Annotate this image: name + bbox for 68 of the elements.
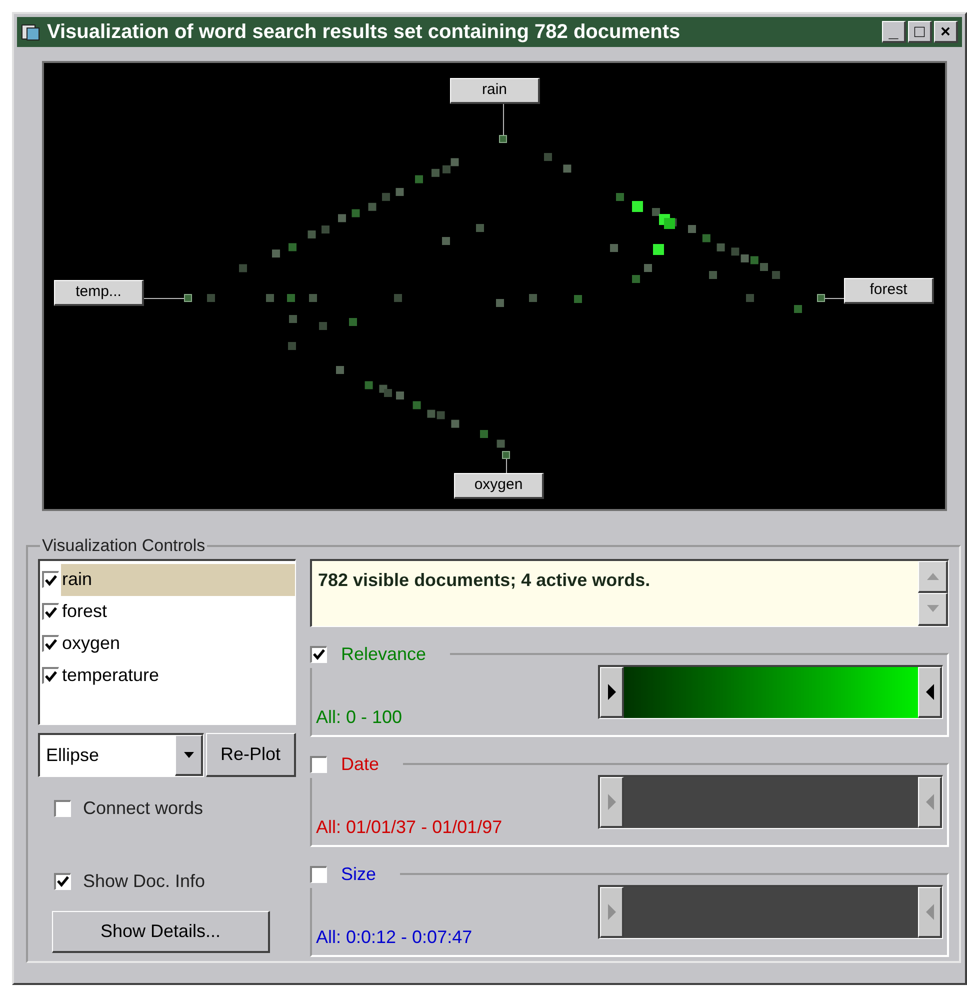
filter-label: Relevance <box>341 642 426 666</box>
option-label: Show Doc. Info <box>83 870 206 892</box>
check-icon <box>57 876 69 887</box>
check-icon <box>313 649 325 660</box>
scroll-up-button[interactable] <box>918 560 948 593</box>
word-node-label[interactable]: oxygen <box>454 473 544 499</box>
check-icon <box>45 670 57 682</box>
checkbox[interactable] <box>310 646 327 662</box>
right-triangle-icon <box>606 682 616 700</box>
connector-line <box>506 459 507 473</box>
right-triangle-icon <box>606 792 616 810</box>
word-node-marker <box>502 451 510 459</box>
slider-handle[interactable] <box>600 886 624 938</box>
range-slider[interactable] <box>598 774 943 828</box>
checkbox[interactable] <box>54 872 71 890</box>
left-triangle-icon <box>924 792 934 810</box>
status-text: 782 visible documents; 4 active words. <box>317 568 652 592</box>
filter-range: All: 0:0:12 - 0:07:47 <box>316 926 472 948</box>
word-list-item[interactable]: rain <box>61 564 295 596</box>
close-button[interactable]: × <box>934 21 958 43</box>
word-node-marker <box>817 294 825 302</box>
slider-handle[interactable] <box>600 666 624 718</box>
left-triangle-icon <box>924 682 934 700</box>
checkbox[interactable] <box>310 866 327 882</box>
replot-button[interactable]: Re-Plot <box>206 732 296 776</box>
minimize-button[interactable]: _ <box>882 21 906 43</box>
word-node-label[interactable]: temp... <box>54 280 144 306</box>
connector-line <box>825 298 844 299</box>
word-list-item[interactable]: oxygen <box>61 628 295 660</box>
check-icon <box>45 606 57 618</box>
word-node-label[interactable]: forest <box>844 278 934 304</box>
layout-dropdown[interactable]: Ellipse <box>38 732 204 776</box>
word-node-label[interactable]: rain <box>450 78 540 104</box>
word-list-item[interactable]: temperature <box>61 660 295 692</box>
option-label: Connect words <box>83 796 204 820</box>
show-details-button[interactable]: Show Details... <box>52 910 270 952</box>
connector-line <box>503 104 504 135</box>
up-arrow-icon <box>926 572 938 580</box>
window-title: Visualization of word search results set containing 782 documents <box>47 20 680 45</box>
dropdown-arrow-button[interactable] <box>175 734 203 776</box>
slider-handle[interactable] <box>918 666 942 718</box>
word-node-marker <box>184 294 192 302</box>
word-node-marker <box>499 135 507 143</box>
range-slider[interactable] <box>598 884 943 938</box>
down-arrow-icon <box>926 605 938 612</box>
window-icon <box>21 22 41 42</box>
slider-handle[interactable] <box>600 776 624 828</box>
filter-range: All: 01/01/37 - 01/01/97 <box>316 816 502 838</box>
slider-handle[interactable] <box>918 886 942 938</box>
checkbox[interactable] <box>42 571 59 588</box>
group-title: Visualization Controls <box>41 535 206 557</box>
right-triangle-icon <box>606 902 616 920</box>
filter-label: Size <box>341 862 376 886</box>
check-icon <box>45 638 57 650</box>
slider-handle[interactable] <box>918 776 942 828</box>
range-slider[interactable] <box>598 664 943 718</box>
maximize-button[interactable]: □ <box>908 21 932 43</box>
caret-icon <box>184 752 194 758</box>
scroll-down-button[interactable] <box>918 593 948 626</box>
connector-line <box>144 298 184 299</box>
check-icon <box>45 574 57 586</box>
word-list-item[interactable]: forest <box>61 596 295 628</box>
left-triangle-icon <box>924 902 934 920</box>
dropdown-value: Ellipse <box>45 744 100 767</box>
checkbox[interactable] <box>310 756 327 772</box>
checkbox[interactable] <box>54 800 71 816</box>
filter-range: All: 0 - 100 <box>316 706 402 728</box>
filter-label: Date <box>341 752 380 776</box>
